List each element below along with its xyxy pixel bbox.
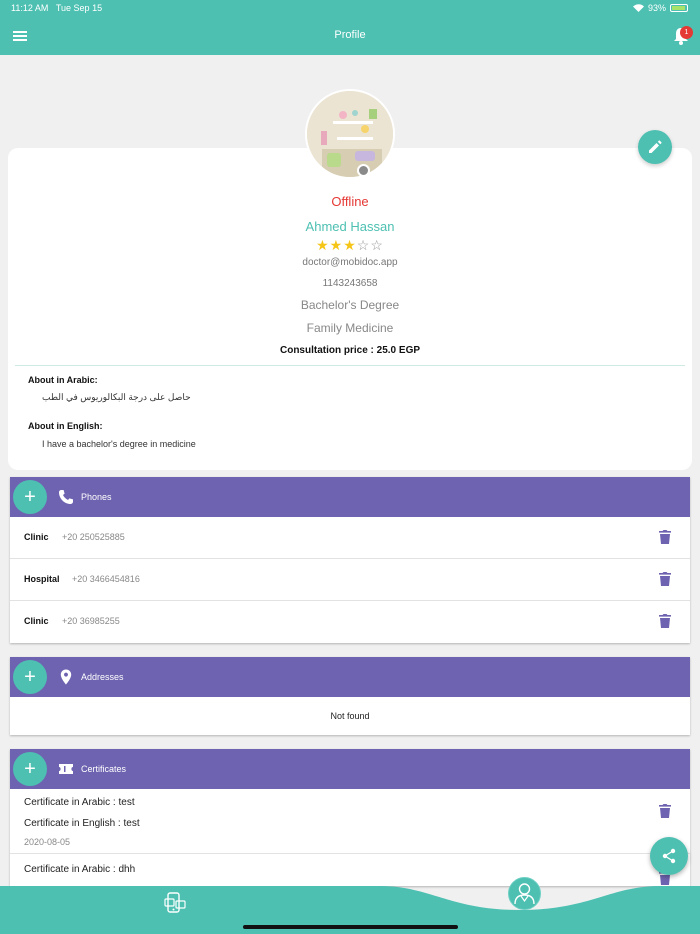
doctor-degree: Bachelor's Degree — [300, 298, 400, 312]
doctor-email: doctor@mobidoc.app — [302, 257, 398, 268]
delete-phone-button[interactable] — [658, 571, 672, 587]
add-certificate-button[interactable]: + — [13, 752, 47, 786]
about-english-label: About in English: — [28, 421, 103, 431]
status-indicators: 93% — [632, 3, 688, 13]
share-icon — [662, 848, 676, 864]
battery-icon — [670, 4, 688, 12]
doctor-icon — [514, 883, 535, 905]
consultation-price: Consultation price : 25.0 EGP — [279, 345, 421, 356]
edit-profile-button[interactable] — [638, 130, 672, 164]
phone-type: Clinic — [24, 532, 49, 542]
addresses-empty-state: Not found — [330, 711, 370, 721]
addresses-header: + Addresses — [10, 657, 690, 697]
online-status-indicator — [357, 164, 370, 177]
battery-percent: 93% — [647, 3, 666, 13]
rating-stars-empty: ☆☆ — [356, 237, 384, 253]
rating-stars-filled: ★★★ — [316, 237, 357, 253]
doctor-profile-tab[interactable] — [508, 877, 541, 910]
phones-header: + Phones — [10, 477, 690, 517]
certificate-arabic: Certificate in Arabic : dhh — [24, 864, 136, 875]
phone-number: +20 250525885 — [62, 532, 125, 542]
about-arabic-text: حاصل على درجة البكالوريوس في الطب — [42, 392, 191, 402]
phone-row: Clinic +20 36985255 — [10, 601, 690, 643]
app-header: 11:12 AM Tue Sep 15 93% Profile 1 — [0, 0, 700, 55]
rating-stars: ★★★☆☆ — [0, 237, 700, 254]
notification-badge: 1 — [680, 26, 693, 39]
phone-row: Clinic +20 250525885 — [10, 517, 690, 559]
wifi-icon — [632, 4, 644, 12]
phone-row: Hospital +20 3466454816 — [10, 559, 690, 601]
phone-icon — [59, 490, 73, 504]
avatar-image — [307, 91, 393, 177]
phone-type: Hospital — [24, 574, 60, 584]
consultations-icon[interactable] — [163, 891, 187, 915]
addresses-section: + Addresses Not found — [10, 657, 690, 735]
profile-avatar[interactable] — [305, 89, 395, 179]
delete-certificate-button[interactable] — [658, 803, 672, 819]
certificate-arabic: Certificate in Arabic : test — [24, 797, 135, 808]
phone-number: +20 3466454816 — [72, 574, 140, 584]
doctor-name: Ahmed Hassan — [305, 219, 395, 234]
delete-phone-button[interactable] — [658, 529, 672, 545]
certificates-title: Certificates — [81, 764, 127, 774]
certificate-english: Certificate in English : test — [24, 818, 140, 829]
page-title: Profile — [334, 29, 366, 41]
certificate-icon — [59, 764, 73, 774]
doctor-specialty: Family Medicine — [306, 321, 394, 335]
phones-section: + Phones Clinic +20 250525885 Hospital +… — [10, 477, 690, 643]
phone-number: +20 36985255 — [62, 616, 120, 626]
doctor-phone: 1143243658 — [322, 278, 378, 289]
certificates-section: + Certificates Certificate in Arabic : t… — [10, 749, 690, 886]
certificate-date: 2020-08-05 — [24, 837, 71, 847]
card-divider — [15, 365, 685, 366]
availability-status: Offline — [331, 194, 369, 209]
edit-icon — [649, 140, 662, 153]
about-arabic-label: About in Arabic: — [28, 375, 98, 385]
phones-title: Phones — [81, 492, 112, 502]
certificate-row: Certificate in Arabic : test Certificate… — [10, 789, 690, 854]
home-indicator — [243, 925, 458, 929]
delete-phone-button[interactable] — [658, 613, 672, 629]
certificates-header: + Certificates — [10, 749, 690, 789]
phone-type: Clinic — [24, 616, 49, 626]
location-icon — [60, 669, 72, 685]
add-phone-button[interactable]: + — [13, 480, 47, 514]
addresses-title: Addresses — [81, 672, 124, 682]
share-button[interactable] — [650, 837, 688, 875]
add-address-button[interactable]: + — [13, 660, 47, 694]
about-english-text: I have a bachelor's degree in medicine — [42, 439, 196, 449]
status-time: 11:12 AM Tue Sep 15 — [11, 3, 103, 13]
